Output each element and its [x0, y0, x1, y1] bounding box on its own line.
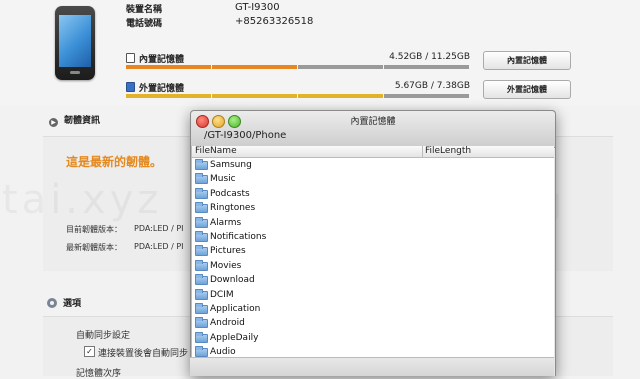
- folder-icon: [195, 159, 208, 170]
- file-name: DCIM: [210, 289, 234, 300]
- autosync-label: 自動同步設定: [76, 331, 131, 341]
- list-item[interactable]: AppleDaily: [192, 331, 554, 345]
- file-name: AppleDaily: [210, 332, 259, 343]
- list-item[interactable]: DCIM: [192, 288, 554, 302]
- file-name: Podcasts: [210, 188, 250, 199]
- list-item[interactable]: Android: [192, 316, 554, 330]
- storage-bar-segment: [126, 94, 211, 98]
- column-header-filename[interactable]: FileName: [195, 146, 237, 157]
- file-browser-dialog: 內置記憶體 /GT-I9300/Phone FileName FileLengt…: [190, 110, 556, 376]
- dialog-path: /GT-I9300/Phone: [204, 130, 287, 141]
- file-name: Download: [210, 275, 255, 286]
- options-section-title: 選項: [63, 299, 82, 309]
- folder-icon: [195, 302, 208, 314]
- file-name: Movies: [210, 260, 242, 271]
- file-name: Samsung: [210, 160, 252, 170]
- storage-bar-segment: [384, 65, 469, 69]
- latest-firmware-label: 最新韌體版本：: [66, 243, 122, 252]
- folder-icon: [195, 259, 208, 271]
- device-header: 裝置名稱 GT-I9300 電話號碼 +85263326518 內置記憶體 4.…: [0, 0, 640, 106]
- list-item[interactable]: Download: [192, 273, 554, 287]
- file-name: Application: [210, 303, 261, 314]
- firmware-section-title: 韌體資訊: [64, 116, 101, 126]
- folder-icon: [195, 230, 208, 242]
- folder-icon: [195, 245, 208, 257]
- folder-icon: [195, 274, 208, 286]
- folder-icon: [195, 288, 208, 300]
- firmware-section-header[interactable]: ▶ 韌體資訊: [49, 113, 100, 127]
- internal-storage-icon: [126, 53, 135, 63]
- watermark-left: tai.xyz: [2, 177, 162, 223]
- phone-home-button: [70, 71, 80, 74]
- current-firmware-label: 目前韌體版本：: [66, 225, 122, 234]
- dialog-titlebar[interactable]: 內置記憶體 /GT-I9300/Phone: [191, 111, 555, 148]
- list-item[interactable]: Samsung: [192, 158, 554, 172]
- internal-storage-label: 內置記憶體: [139, 55, 185, 65]
- memory-order-label: 記憶體次序: [76, 369, 122, 379]
- folder-icon: [195, 346, 208, 358]
- list-item[interactable]: Movies: [192, 259, 554, 273]
- device-name-label: 裝置名稱: [126, 5, 163, 15]
- list-item[interactable]: Pictures: [192, 244, 554, 258]
- latest-firmware-value: PDA:LED / PI: [134, 242, 184, 251]
- column-header-filelength[interactable]: FileLength: [422, 146, 471, 157]
- storage-bar-segment: [298, 65, 383, 69]
- current-firmware-value: PDA:LED / PI: [134, 224, 184, 233]
- file-name: Audio: [210, 347, 236, 358]
- storage-bar-segment: [126, 65, 211, 69]
- dialog-title: 內置記憶體: [350, 117, 396, 127]
- folder-icon: [195, 317, 208, 329]
- file-name: Pictures: [210, 246, 246, 257]
- list-item[interactable]: Application: [192, 302, 554, 316]
- file-name: Ringtones: [210, 203, 256, 214]
- storage-bar-segment: [212, 94, 297, 98]
- internal-storage-button[interactable]: 內置記憶體: [483, 51, 571, 70]
- gear-icon: [47, 298, 57, 308]
- storage-bar-segment: [212, 65, 297, 69]
- external-storage-label: 外置記憶體: [139, 84, 185, 94]
- file-name: Notifications: [210, 231, 267, 242]
- external-storage-button[interactable]: 外置記憶體: [483, 80, 571, 99]
- external-storage-bar: [126, 94, 470, 98]
- disclosure-arrow-icon: ▶: [49, 118, 58, 127]
- device-name-value: GT-I9300: [235, 2, 280, 13]
- folder-icon: [195, 331, 208, 343]
- file-list: FileName FileLength Samsung Music Podcasts…: [191, 146, 554, 376]
- external-storage-amount: 5.67GB / 7.38GB: [394, 81, 470, 91]
- file-name: Android: [210, 318, 245, 329]
- autosync-checkbox[interactable]: ✓: [84, 346, 95, 357]
- autosync-checkbox-label: 連接裝置後會自動同步: [98, 349, 189, 359]
- file-name: Music: [210, 174, 236, 185]
- file-rows: Samsung Music Podcasts Ringtones Alarms Notif…: [192, 158, 554, 359]
- list-item[interactable]: Notifications: [192, 230, 554, 244]
- options-section-header[interactable]: 選項: [47, 296, 81, 309]
- storage-bar-segment: [384, 94, 469, 98]
- internal-storage-amount: 4.52GB / 11.25GB: [389, 52, 470, 62]
- list-item[interactable]: Ringtones: [192, 201, 554, 215]
- list-item[interactable]: Podcasts: [192, 187, 554, 201]
- phone-screen: [59, 15, 91, 67]
- list-item[interactable]: Alarms: [192, 216, 554, 230]
- file-list-header: FileName FileLength: [192, 146, 554, 158]
- storage-bar-segment: [298, 94, 383, 98]
- folder-icon: [195, 216, 208, 228]
- folder-icon: [195, 187, 208, 199]
- external-storage-icon: [126, 82, 135, 92]
- dialog-bottom-bar: [190, 357, 554, 376]
- phone-number-label: 電話號碼: [126, 19, 163, 29]
- firmware-status: 這是最新的韌體。: [66, 155, 163, 169]
- list-item[interactable]: Music: [192, 172, 554, 186]
- folder-icon: [195, 202, 208, 214]
- folder-icon: [195, 173, 208, 185]
- phone-icon: [55, 6, 95, 80]
- file-name: Alarms: [210, 217, 242, 228]
- phone-number-value: +85263326518: [235, 16, 314, 27]
- internal-storage-bar: [126, 65, 470, 69]
